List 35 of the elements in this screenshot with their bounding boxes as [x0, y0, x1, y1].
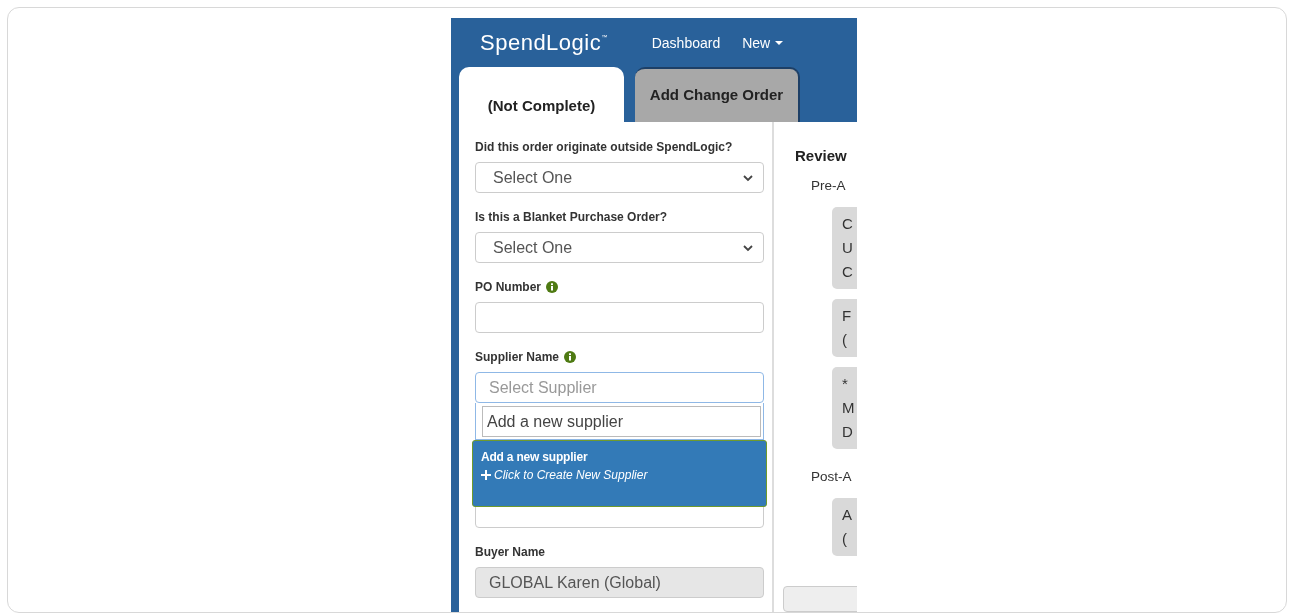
option-action: Click to Create New Supplier — [494, 468, 648, 482]
card-text: M — [842, 398, 856, 418]
field-label: Supplier Name — [475, 350, 560, 364]
input-field[interactable]: GLOBAL Karen (Global) — [475, 567, 764, 598]
chevron-down-icon — [743, 243, 753, 252]
search-field[interactable]: Add a new supplier — [482, 406, 761, 437]
card-text: A — [842, 505, 853, 525]
card-text: F — [842, 306, 853, 326]
card-text: C — [842, 214, 854, 234]
field-label: Buyer Name — [475, 545, 546, 559]
card-text: C — [842, 262, 854, 282]
plus-icon — [481, 470, 491, 480]
nav-dropdown[interactable]: New — [742, 34, 784, 51]
dropdown-option[interactable]: Add a new supplier Click to Create New Supplier — [472, 440, 767, 507]
card-text: * — [842, 374, 849, 394]
section-label: Pre-A — [811, 178, 847, 193]
section-label: Post-A — [811, 469, 853, 484]
caret-icon — [775, 40, 784, 45]
card-text: ( — [842, 529, 848, 549]
tab[interactable]: (Not Complete) — [459, 67, 624, 122]
section-title: Review — [795, 147, 848, 164]
select-dropdown[interactable]: Select One — [475, 232, 764, 263]
card-text: U — [842, 238, 854, 258]
field-label: PO Number — [475, 280, 541, 294]
nav-link[interactable]: Dashboard — [651, 34, 721, 51]
field-label: Did this order originate outside SpendLogic? — [475, 140, 733, 154]
chevron-down-icon — [743, 173, 753, 182]
select-dropdown[interactable]: Select One — [475, 162, 764, 193]
card-text: ( — [842, 330, 848, 350]
card-text: D — [842, 422, 854, 442]
button[interactable] — [783, 586, 857, 612]
input-field[interactable] — [475, 302, 764, 333]
tab[interactable]: Add Change Order — [635, 67, 800, 122]
option-title: Add a new supplier — [481, 450, 589, 464]
field-label: Is this a Blanket Purchase Order? — [475, 210, 668, 224]
